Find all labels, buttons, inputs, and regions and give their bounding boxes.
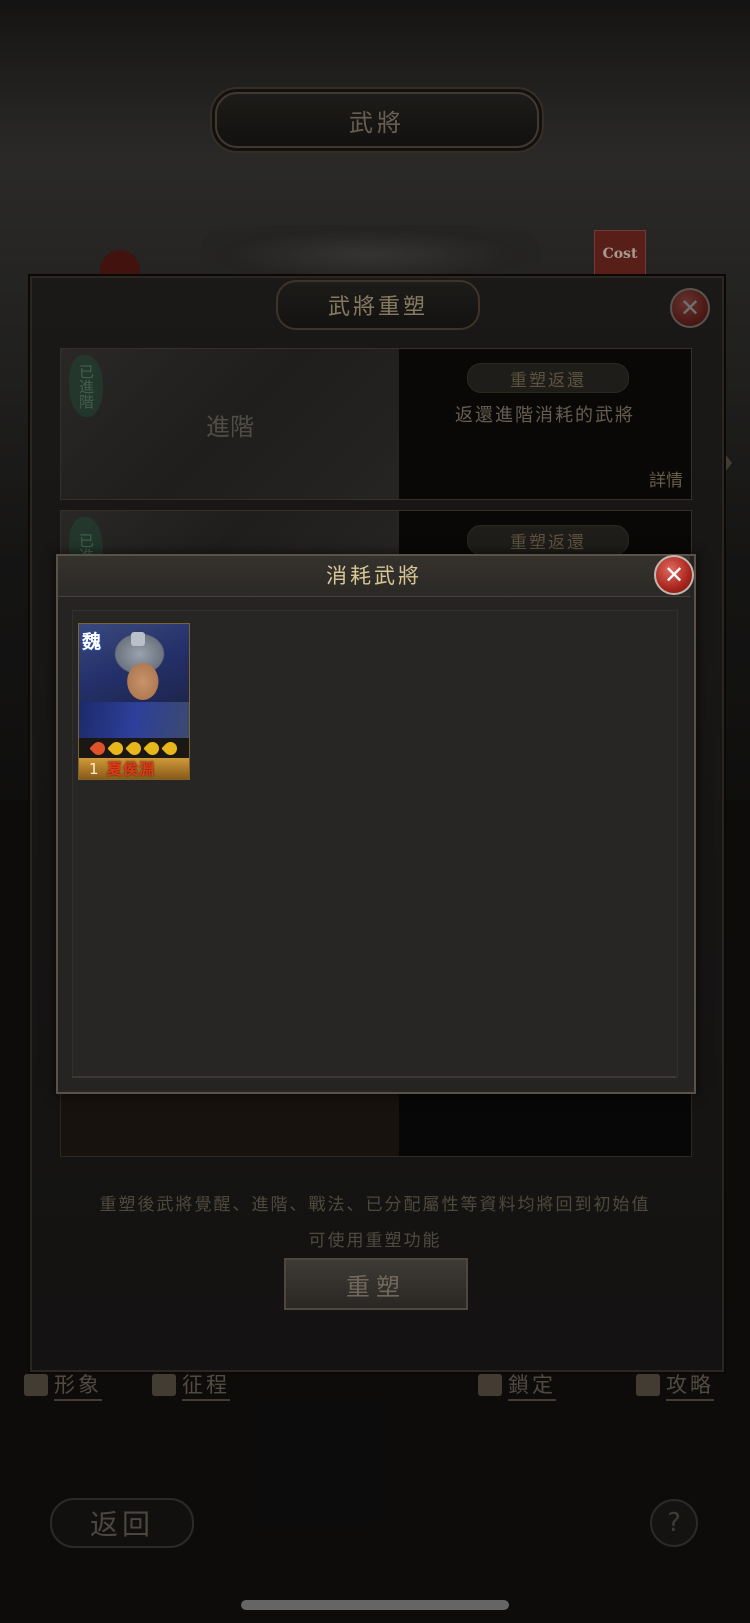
dialog-close-button[interactable]: ✕ <box>654 555 694 595</box>
dialog-divider <box>72 1076 676 1078</box>
general-name: 夏侯淵 <box>107 760 156 778</box>
faction-badge: 魏 <box>82 631 102 653</box>
general-level: 1 <box>89 759 99 778</box>
star-icon <box>142 738 162 758</box>
helmet-crest <box>131 632 145 646</box>
star-icon <box>160 738 180 758</box>
star-rating <box>79 738 189 758</box>
star-icon <box>106 738 126 758</box>
cloak <box>79 702 189 739</box>
general-card[interactable]: 魏 1 夏侯淵 <box>78 623 190 780</box>
star-icon <box>124 738 144 758</box>
dialog-title: 消耗武將 <box>326 564 422 588</box>
general-name-bar: 1 夏侯淵 <box>79 758 189 779</box>
star-icon <box>88 738 108 758</box>
